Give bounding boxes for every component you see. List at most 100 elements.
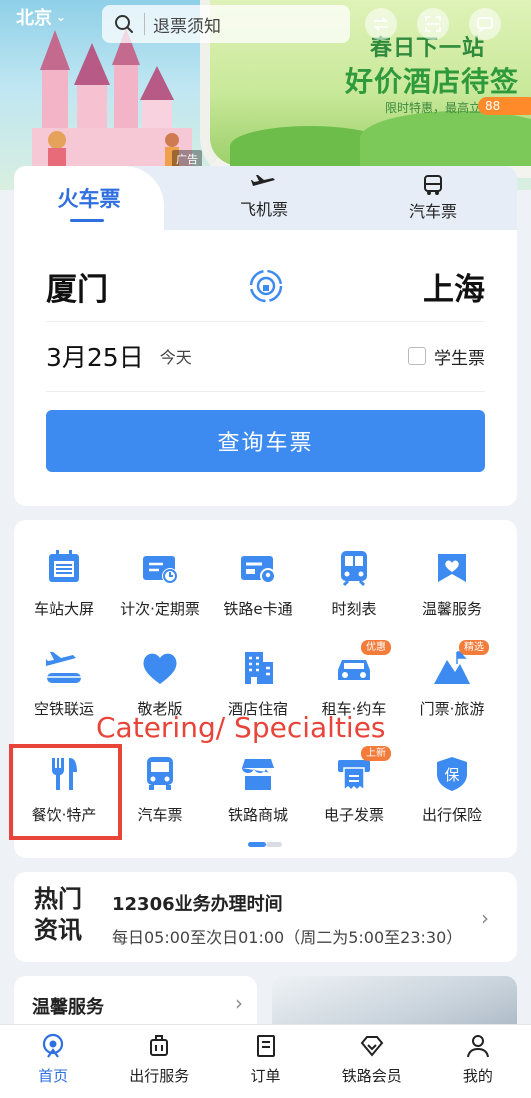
service-station-screen[interactable]: 车站大屏 xyxy=(14,548,114,619)
warm-service-title: 温馨服务 xyxy=(32,997,104,1018)
service-badge: 精选 xyxy=(459,640,489,655)
service-label: 温馨服务 xyxy=(421,600,482,618)
service-heart[interactable]: 敬老版 xyxy=(110,648,210,719)
nav-profile[interactable]: 我的 xyxy=(425,1025,531,1098)
service-label: 汽车票 xyxy=(137,806,183,824)
service-insurance[interactable]: 保出行保险 xyxy=(402,754,502,825)
service-label: 出行保险 xyxy=(421,806,482,824)
service-ecard[interactable]: 铁路e卡通 xyxy=(208,548,308,619)
warm-service-icon xyxy=(432,548,472,588)
top-actions xyxy=(365,8,501,40)
swap-stations-icon[interactable] xyxy=(247,267,285,305)
to-station[interactable]: 上海 xyxy=(423,264,485,309)
shop-icon xyxy=(238,754,278,794)
nav-travel-services[interactable]: 出行服务 xyxy=(106,1025,212,1098)
service-badge: 上新 xyxy=(361,746,391,761)
ticket-tabs: 火车票 飞机票 汽车票 xyxy=(14,166,517,230)
air-rail-icon xyxy=(44,648,84,688)
airplane-icon xyxy=(251,175,275,186)
annotation-label: Catering/ Specialties xyxy=(96,711,386,744)
diamond-icon xyxy=(360,1036,384,1057)
service-badge: 优惠 xyxy=(361,640,391,655)
service-timetable[interactable]: 时刻表 xyxy=(304,548,404,619)
promo-subtitle: 限时特惠，最高立减 xyxy=(385,101,494,115)
invoice-icon: 上新 xyxy=(334,746,391,794)
service-label: 车站大屏 xyxy=(33,600,94,618)
service-warm-service[interactable]: 温馨服务 xyxy=(402,548,502,619)
bus-icon xyxy=(424,175,442,195)
luggage-icon xyxy=(150,1035,169,1056)
tab-flight-label: 飞机票 xyxy=(239,200,288,219)
insurance-icon: 保 xyxy=(432,754,472,794)
chevron-right-icon: › xyxy=(235,991,243,1015)
service-mountain[interactable]: 精选门票·旅游 xyxy=(402,640,502,719)
news-body: 每日05:00至次日01:00（周二为5:00至23:30） xyxy=(112,928,463,947)
nav-travel-label: 出行服务 xyxy=(129,1067,190,1085)
page-dot xyxy=(266,842,282,847)
ecard-icon xyxy=(238,548,278,588)
chevron-right-icon: › xyxy=(481,906,489,930)
page-indicator xyxy=(248,842,282,847)
city-name: 北京 xyxy=(16,8,52,29)
service-car[interactable]: 优惠 租车·约车 xyxy=(304,640,404,719)
search-icon xyxy=(115,15,133,33)
service-label: 铁路商城 xyxy=(227,806,288,824)
search-divider xyxy=(144,13,145,35)
castle-illustration xyxy=(32,28,192,173)
service-label: 铁路e卡通 xyxy=(223,600,293,618)
user-icon xyxy=(466,1035,489,1058)
page-dot-active xyxy=(248,842,266,847)
nav-home-label: 首页 xyxy=(38,1067,69,1085)
station-screen-icon xyxy=(44,548,84,588)
service-invoice[interactable]: 上新 电子发票 xyxy=(304,746,404,825)
tab-bus[interactable]: 汽车票 xyxy=(378,174,488,222)
query-tickets-button[interactable]: 查询车票 xyxy=(46,410,485,472)
service-shop[interactable]: 铁路商城 xyxy=(208,754,308,825)
mountain-icon: 精选 xyxy=(432,640,489,688)
home-rail-icon xyxy=(42,1033,64,1058)
service-label: 空铁联运 xyxy=(33,700,94,718)
nav-home[interactable]: 首页 xyxy=(0,1025,106,1098)
search-input[interactable]: 退票须知 xyxy=(102,5,350,43)
service-label: 门票·旅游 xyxy=(419,700,485,718)
nav-orders[interactable]: 订单 xyxy=(212,1025,318,1098)
hot-news-card[interactable]: 热门 资讯 12306业务办理时间 每日05:00至次日01:00（周二为5:00… xyxy=(14,872,517,962)
service-label: 时刻表 xyxy=(331,600,377,618)
tab-underline xyxy=(70,219,104,222)
switch-icon[interactable] xyxy=(365,8,397,40)
nav-membership[interactable]: 铁路会员 xyxy=(319,1025,425,1098)
tab-bus-label: 汽车票 xyxy=(408,202,457,221)
depart-date[interactable]: 3月25日 xyxy=(46,338,144,374)
date-row: 3月25日 今天 学生票 xyxy=(46,338,485,374)
student-label: 学生票 xyxy=(434,348,485,369)
bus-icon xyxy=(140,754,180,794)
news-title: 12306业务办理时间 xyxy=(112,894,283,915)
tab-train-label: 火车票 xyxy=(57,187,121,211)
scan-icon[interactable] xyxy=(417,8,449,40)
service-air-rail[interactable]: 空铁联运 xyxy=(14,648,114,719)
chevron-down-icon: ⌄ xyxy=(56,10,67,24)
service-hotel[interactable]: 酒店住宿 xyxy=(208,648,308,719)
news-logo: 热门 资讯 xyxy=(34,885,82,944)
divider xyxy=(46,321,485,322)
ticket-card-icon xyxy=(140,548,180,588)
message-icon[interactable] xyxy=(469,8,501,40)
heart-icon xyxy=(140,648,180,688)
promo-amount-tag: 88 xyxy=(478,97,531,115)
station-row: 厦门 上海 xyxy=(46,264,485,308)
nav-membership-label: 铁路会员 xyxy=(341,1067,402,1085)
promo-title-2: 好价酒店待签 xyxy=(345,65,520,98)
tab-flight[interactable]: 飞机票 xyxy=(209,174,319,220)
nav-profile-label: 我的 xyxy=(462,1067,493,1085)
city-selector[interactable]: 北京 ⌄ xyxy=(16,4,66,30)
tab-train[interactable]: 火车票 xyxy=(14,166,164,230)
service-ticket-card[interactable]: 计次·定期票 xyxy=(110,548,210,619)
divider xyxy=(46,391,485,392)
from-station[interactable]: 厦门 xyxy=(46,264,108,309)
date-hint: 今天 xyxy=(159,348,192,367)
student-ticket-option[interactable]: 学生票 xyxy=(408,344,485,369)
hotel-icon xyxy=(238,648,278,688)
ticket-search-card: 火车票 飞机票 汽车票 厦门 上海 3月25日 今天 学生票 查询车票 xyxy=(14,166,517,506)
service-bus[interactable]: 汽车票 xyxy=(110,754,210,825)
student-checkbox[interactable] xyxy=(408,347,426,365)
